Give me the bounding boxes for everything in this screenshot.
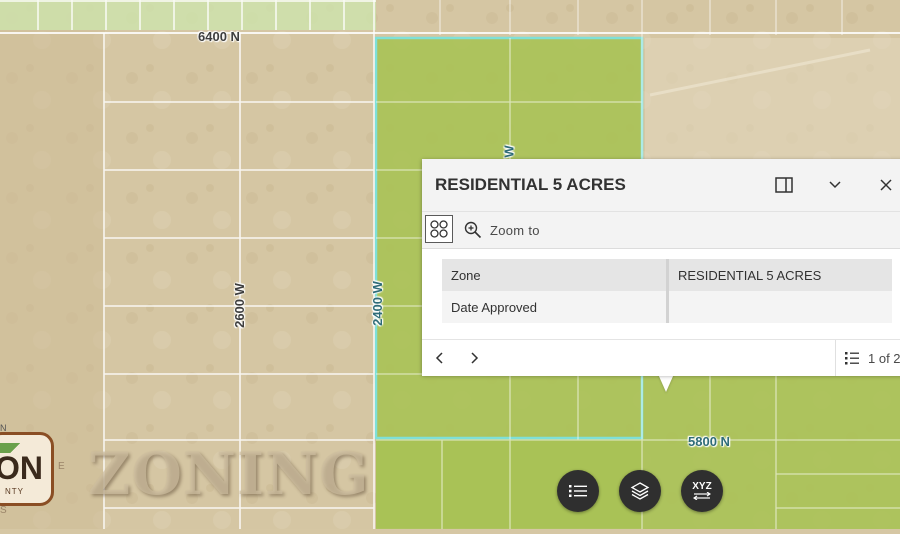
logo-subtext: NTY [5,487,24,496]
zoom-to-label: Zoom to [490,222,540,238]
close-icon [880,179,892,191]
table-row: Zone RESIDENTIAL 5 ACRES [442,259,892,291]
legend-button[interactable] [557,470,599,512]
popup-pointer [658,374,674,392]
attribute-value [667,291,892,323]
chevron-left-icon [435,352,443,364]
logo-edge-letter-s: S [0,505,7,516]
xyz-icon: XYZ [692,482,712,500]
previous-feature-button[interactable] [430,348,450,368]
coordinate-label: XYZ [692,481,712,492]
chevron-right-icon [471,352,479,364]
table-row: Date Approved [442,291,892,323]
zoom-in-icon [464,221,482,239]
feature-list-button[interactable]: 1 of 2 [835,340,900,376]
select-features-button[interactable] [425,215,453,243]
popup-header: RESIDENTIAL 5 ACRES [422,159,900,211]
road-label-6400n: 6400 N [198,29,240,44]
zoom-to-button[interactable]: Zoom to [464,219,540,241]
zone-top-area [0,0,376,30]
dock-icon [775,177,793,193]
road-label-5800n: 5800 N [688,434,730,449]
coordinate-conversion-button[interactable]: XYZ [681,470,723,512]
terrain-light-area [645,38,900,163]
list-icon [569,485,587,497]
dock-button[interactable] [772,173,796,197]
popup-footer: 1 of 2 [422,339,900,376]
popup-title: RESIDENTIAL 5 ACRES [435,175,626,194]
next-feature-button[interactable] [464,348,484,368]
features-grid-icon [430,220,448,238]
zoning-overlay-title: ZONING [88,440,370,508]
attribute-key: Date Approved [442,291,669,323]
logo-edge-letter-e: E [58,461,65,472]
road-label-2400w: 2400 W [369,281,385,326]
feature-counter: 1 of 2 [868,350,900,366]
list-icon [845,352,859,365]
chevron-down-icon [829,181,841,189]
attribute-table: Zone RESIDENTIAL 5 ACRES Date Approved [442,259,892,323]
collapse-button[interactable] [823,173,847,197]
swap-arrows-icon [693,492,711,500]
logo-text: ON [0,450,43,486]
feature-popup: RESIDENTIAL 5 ACRES Zoom to Zone RESIDEN… [422,159,900,376]
close-button[interactable] [874,173,898,197]
popup-toolbar: Zoom to [422,211,900,249]
road-label-2600w: 2600 W [231,283,247,328]
road-label-partial-w: W [501,145,517,158]
layers-button[interactable] [619,470,661,512]
county-logo: ON NTY [0,432,54,506]
layers-icon [630,482,650,500]
attribute-value: RESIDENTIAL 5 ACRES [667,259,892,291]
attribute-key: Zone [442,259,669,291]
